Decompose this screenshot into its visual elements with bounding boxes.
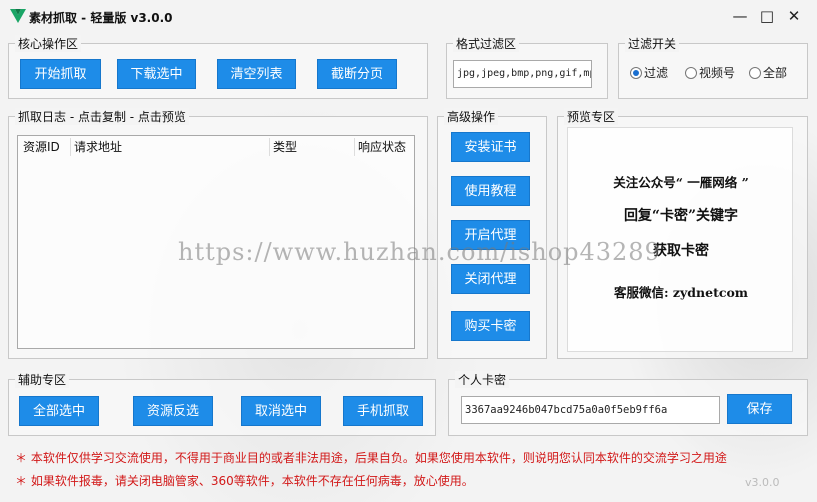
mobile-capture-button[interactable]: 手机抓取 bbox=[343, 396, 423, 426]
radio-all-label: 全部 bbox=[763, 66, 788, 80]
start-capture-button[interactable]: 开始抓取 bbox=[20, 59, 101, 89]
advanced-ops-title: 高级操作 bbox=[444, 108, 499, 125]
preview-line-follow: 关注公众号“ 一雁网络 ” bbox=[613, 175, 749, 190]
deselect-button[interactable]: 取消选中 bbox=[241, 396, 321, 426]
app-logo-icon bbox=[10, 9, 26, 23]
core-ops-title: 核心操作区 bbox=[15, 35, 82, 52]
url-watermark: https://www.huzhan.com/ishop43289 bbox=[178, 238, 661, 266]
window-title: 素材抓取 - 轻量版 v3.0.0 bbox=[29, 11, 173, 25]
capture-log-title: 抓取日志 - 点击复制 - 点击预览 bbox=[15, 108, 189, 125]
version-footer: v3.0.0 bbox=[745, 476, 780, 489]
column-divider bbox=[354, 138, 355, 156]
minimize-button[interactable]: — bbox=[729, 6, 751, 26]
radio-video-label: 视频号 bbox=[699, 66, 736, 80]
format-filter-input[interactable]: jpg,jpeg,bmp,png,gif,mp bbox=[453, 60, 592, 88]
notice-line-1: ＊ 本软件仅供学习交流使用，不得用于商业目的或者非法用途，后果自负。如果您使用本… bbox=[15, 451, 727, 465]
personal-card-title: 个人卡密 bbox=[455, 371, 510, 388]
column-response-status[interactable]: 响应状态 bbox=[358, 136, 406, 158]
notice-line-2: ＊ 如果软件报毒，请关闭电脑管家、360等软件，本软件不存在任何病毒，放心使用。 bbox=[15, 474, 474, 488]
column-request-url[interactable]: 请求地址 bbox=[74, 136, 122, 158]
preview-line-reply: 回复“卡密”关键字 bbox=[623, 208, 739, 224]
aux-title: 辅助专区 bbox=[15, 371, 70, 388]
tutorial-button[interactable]: 使用教程 bbox=[451, 176, 530, 206]
radio-filter-label: 过滤 bbox=[644, 66, 669, 80]
save-button[interactable]: 保存 bbox=[727, 394, 792, 424]
title-bar: 素材抓取 - 轻量版 v3.0.0 — □ ✕ bbox=[0, 0, 817, 32]
column-divider bbox=[70, 138, 71, 156]
maximize-button[interactable]: □ bbox=[756, 6, 778, 26]
filter-switch-title: 过滤开关 bbox=[625, 35, 680, 52]
download-selected-button[interactable]: 下载选中 bbox=[117, 59, 196, 89]
format-filter-title: 格式过滤区 bbox=[453, 35, 520, 52]
radio-unchecked-icon bbox=[685, 67, 697, 79]
install-cert-button[interactable]: 安装证书 bbox=[451, 132, 530, 162]
preview-line-wechat: 客服微信: zydnetcom bbox=[613, 285, 749, 300]
select-all-button[interactable]: 全部选中 bbox=[19, 396, 99, 426]
radio-filter[interactable]: 过滤 bbox=[630, 66, 668, 80]
radio-video[interactable]: 视频号 bbox=[685, 66, 735, 80]
disable-proxy-button[interactable]: 关闭代理 bbox=[451, 264, 530, 294]
card-key-input[interactable]: 3367aa9246b047bcd75a0a0f5eb9ff6a bbox=[461, 396, 720, 424]
column-divider bbox=[269, 138, 270, 156]
radio-checked-icon bbox=[630, 67, 642, 79]
column-resource-id[interactable]: 资源ID bbox=[23, 136, 60, 158]
column-type[interactable]: 类型 bbox=[273, 136, 297, 158]
truncate-page-button[interactable]: 截断分页 bbox=[317, 59, 397, 89]
close-button[interactable]: ✕ bbox=[783, 6, 805, 26]
radio-unchecked-icon bbox=[749, 67, 761, 79]
clear-list-button[interactable]: 清空列表 bbox=[217, 59, 296, 89]
preview-title: 预览专区 bbox=[564, 108, 619, 125]
invert-selection-button[interactable]: 资源反选 bbox=[133, 396, 213, 426]
radio-all[interactable]: 全部 bbox=[749, 66, 787, 80]
buy-card-button[interactable]: 购买卡密 bbox=[451, 311, 530, 341]
